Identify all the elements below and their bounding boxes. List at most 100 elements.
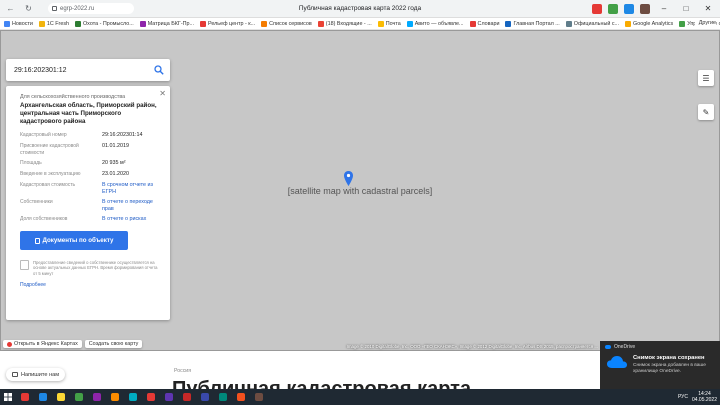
extension-icon[interactable] xyxy=(592,4,602,14)
ruler-icon[interactable]: ✎ xyxy=(698,104,714,120)
bookmark-favicon-icon xyxy=(199,20,206,27)
taskbar-app-icon[interactable] xyxy=(196,389,214,405)
clock[interactable]: 14:24 04.05.2022 xyxy=(692,391,717,403)
bookmark-item[interactable]: Google Analytics xyxy=(623,20,677,27)
property-value: 01.01.2019 xyxy=(102,143,129,149)
property-key: Площадь xyxy=(20,160,42,166)
yandex-pin-icon xyxy=(7,341,12,347)
bookmark-label: (18) Входящие - ... xyxy=(325,20,372,27)
bookmark-favicon-icon xyxy=(75,20,82,27)
bookmark-label: Словари xyxy=(477,20,500,27)
bookmark-item[interactable]: Список сервисов xyxy=(259,20,316,27)
taskbar-app-icon[interactable] xyxy=(232,389,250,405)
property-key: Кадастровая стоимость xyxy=(20,182,76,188)
extension-icon[interactable] xyxy=(624,4,634,14)
bookmark-item[interactable]: Рельеф центр - к... xyxy=(198,20,259,27)
property-row: Кадастровый номер 29:16:202301:14 xyxy=(20,132,160,139)
bookmark-item[interactable]: Матрица БКГ-Пр... xyxy=(138,20,198,27)
clock-date: 04.05.2022 xyxy=(691,397,717,403)
bookmark-label: Почта xyxy=(385,20,401,27)
taskbar-app-icon[interactable] xyxy=(106,389,124,405)
close-icon[interactable]: ✕ xyxy=(159,89,166,98)
taskbar-app-icon[interactable] xyxy=(52,389,70,405)
other-bookmarks[interactable]: Другие xyxy=(694,20,716,26)
property-value: 20 935 м² xyxy=(102,160,126,166)
location-pin-icon[interactable] xyxy=(344,171,353,186)
bookmark-label: Google Analytics xyxy=(633,20,674,27)
open-in-yandex-button[interactable]: Открыть в Яндекс Картах xyxy=(3,340,82,348)
create-map-button[interactable]: Создать свою карту xyxy=(84,340,143,348)
bookmark-favicon-icon xyxy=(565,20,572,27)
property-value: 29:16:202301:14 xyxy=(102,132,143,138)
taskbar-app-icon[interactable] xyxy=(34,389,52,405)
layers-icon[interactable]: ☰ xyxy=(698,70,714,86)
property-key: Присвоение кадастровой стоимости xyxy=(20,143,79,156)
bookmark-label: 1С Fresh xyxy=(46,20,70,27)
taskbar-app-icon[interactable] xyxy=(250,389,268,405)
owner-note: Предоставление сведений о собственнике о… xyxy=(20,260,160,276)
taskbar-app-icon[interactable] xyxy=(160,389,178,405)
parcel-info-panel: ✕ Для сельскохозяйственного производства… xyxy=(6,86,170,320)
bookmark-item[interactable]: Главная Портал ... xyxy=(503,20,563,27)
owner-note-text: Предоставление сведений о собственнике о… xyxy=(33,260,158,276)
search-input[interactable]: 29:16:202301:12 xyxy=(14,67,154,74)
taskbar-app-icon[interactable] xyxy=(214,389,232,405)
language-indicator[interactable]: РУС xyxy=(678,394,688,400)
bookmark-item[interactable]: Официальный с... xyxy=(564,20,623,27)
taskbar-apps xyxy=(16,389,268,405)
close-icon[interactable]: ✕ xyxy=(700,3,716,15)
document-icon xyxy=(34,237,40,244)
chat-button[interactable]: Напишите нам xyxy=(6,368,66,381)
bookmark-favicon-icon xyxy=(139,20,146,27)
taskbar-app-icon[interactable] xyxy=(16,389,34,405)
bookmark-favicon-icon xyxy=(377,20,384,27)
bookmark-item[interactable]: Авито — объявле... xyxy=(405,20,468,27)
bookmark-label: Новости xyxy=(12,20,33,27)
bookmark-label: Авито — объявле... xyxy=(414,20,464,27)
minimize-icon[interactable]: – xyxy=(656,3,672,15)
bookmark-item[interactable]: (18) Входящие - ... xyxy=(316,20,376,27)
bookmark-favicon-icon xyxy=(505,20,512,27)
windows-start-icon[interactable] xyxy=(0,389,16,405)
breadcrumb[interactable]: Россия xyxy=(174,368,191,374)
bookmark-item[interactable]: Охота - Промысло... xyxy=(73,20,138,27)
bookmark-label: Матрица БКГ-Пр... xyxy=(147,20,194,27)
create-map-label: Создать свою карту xyxy=(88,341,139,347)
taskbar-app-icon[interactable] xyxy=(178,389,196,405)
property-value: 23.01.2020 xyxy=(102,171,129,177)
bookmark-favicon-icon xyxy=(406,20,413,27)
bookmark-item[interactable]: 1С Fresh xyxy=(37,20,73,27)
onedrive-notification[interactable]: OneDrive Снимок экрана сохранен Снимок э… xyxy=(600,341,720,389)
toast-text: Снимок экрана добавлен в ваше хранилище … xyxy=(633,363,706,374)
bookmark-favicon-icon xyxy=(625,20,632,27)
system-tray: РУС 14:24 04.05.2022 xyxy=(678,389,717,405)
taskbar: РУС 14:24 04.05.2022 xyxy=(0,389,720,405)
bookmark-favicon-icon xyxy=(469,20,476,27)
property-link[interactable]: В отчете о переходе прав xyxy=(102,199,160,212)
bookmark-favicon-icon xyxy=(4,20,10,27)
bookmark-label: Главная Портал ... xyxy=(513,20,560,27)
document-icon xyxy=(20,260,29,270)
land-category: Для сельскохозяйственного производства xyxy=(20,94,126,100)
chat-icon xyxy=(12,372,18,377)
taskbar-app-icon[interactable] xyxy=(142,389,160,405)
bookmark-item[interactable]: Новости xyxy=(2,20,37,27)
cloud-icon xyxy=(607,356,627,368)
extension-icon[interactable] xyxy=(608,4,618,14)
bookmark-item[interactable]: Почта xyxy=(376,20,405,27)
maximize-icon[interactable]: □ xyxy=(678,3,694,15)
taskbar-app-icon[interactable] xyxy=(70,389,88,405)
documents-button[interactable]: Документы по объекту xyxy=(20,231,128,250)
property-row: Доля собственников В отчете о рисках xyxy=(20,216,160,223)
property-row: Присвоение кадастровой стоимости 01.01.20… xyxy=(20,143,160,156)
extension-icon[interactable] xyxy=(640,4,650,14)
property-link[interactable]: В срочном отчете из ЕГРН xyxy=(102,182,160,195)
property-link[interactable]: В отчете о рисках xyxy=(102,216,160,223)
bookmark-item[interactable]: Словари xyxy=(468,20,504,27)
yandex-links: Открыть в Яндекс Картах Создать свою кар… xyxy=(3,340,143,348)
taskbar-app-icon[interactable] xyxy=(124,389,142,405)
bookmark-favicon-icon xyxy=(38,20,45,27)
search-icon[interactable] xyxy=(154,65,164,75)
taskbar-app-icon[interactable] xyxy=(88,389,106,405)
more-link[interactable]: Подробнее xyxy=(20,282,160,288)
